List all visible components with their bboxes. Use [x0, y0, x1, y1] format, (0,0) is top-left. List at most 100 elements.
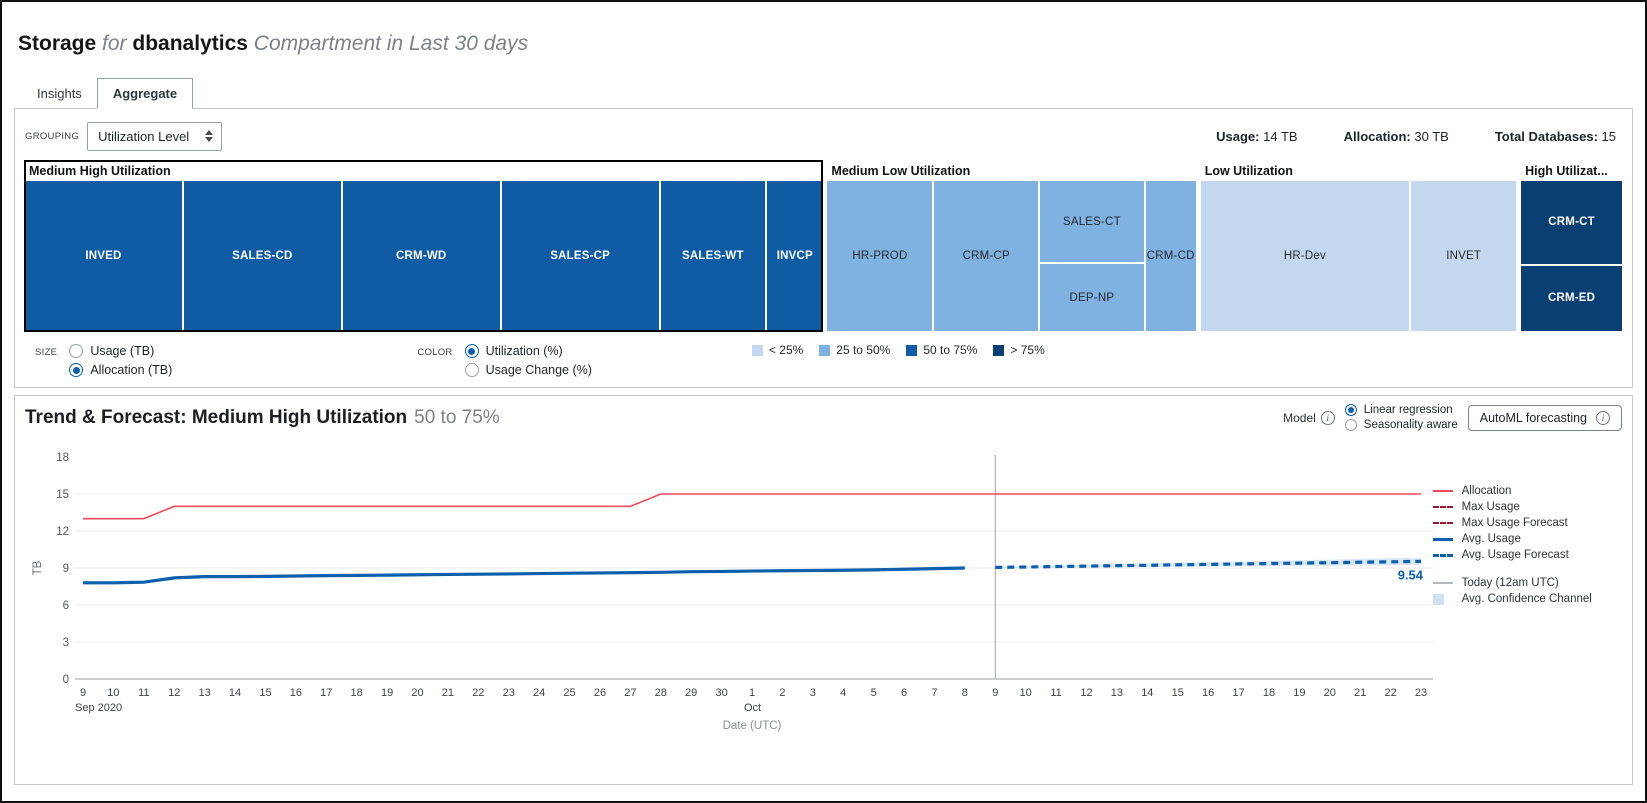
- x-tick-label: 27: [624, 687, 636, 699]
- treemap-cell[interactable]: INVED: [25, 181, 182, 331]
- size-option-allocation[interactable]: Allocation (TB): [69, 363, 172, 377]
- x-tick-label: 5: [871, 687, 877, 699]
- x-tick-label: 19: [1293, 687, 1305, 699]
- title-storage: Storage: [18, 32, 97, 55]
- treemap-section-title[interactable]: Medium High Utilization: [25, 161, 822, 181]
- y-tick-label: 6: [63, 600, 69, 612]
- x-tick-label: 18: [1263, 687, 1275, 699]
- chart-legend-sample-icon: [1432, 553, 1453, 557]
- tab-insights[interactable]: Insights: [22, 79, 97, 108]
- chart-legend: Allocation Max Usage Max Usage Forecast Avg…: [1432, 433, 1622, 738]
- trend-subtitle: 50 to 75%: [414, 406, 500, 428]
- chart-legend-sample-icon: [1432, 506, 1453, 508]
- x-tick-label: 14: [1141, 687, 1153, 699]
- x-tick-label: 17: [320, 687, 332, 699]
- treemap-cell[interactable]: CRM-CT: [1521, 181, 1622, 264]
- grouping-label: GROUPING: [25, 130, 80, 142]
- model-options: Linear regression Seasonality aware: [1344, 404, 1458, 431]
- x-tick-label: 23: [503, 687, 515, 699]
- x-tick-label: 13: [1111, 687, 1123, 699]
- chart-legend-sample-icon: [1432, 537, 1453, 541]
- x-tick-label: 3: [810, 687, 816, 699]
- treemap-cell[interactable]: SALES-CD: [183, 181, 341, 331]
- select-caret-icon: [205, 130, 214, 142]
- treemap-cell[interactable]: HR-PROD: [827, 181, 933, 331]
- chart-legend-item[interactable]: Allocation: [1432, 485, 1622, 497]
- treemap-cell[interactable]: SALES-CT: [1040, 181, 1144, 263]
- x-tick-label: 4: [840, 687, 846, 699]
- treemap-section: High Utilizat... CRM-CT CRM-ED: [1521, 161, 1622, 331]
- model-info-icon[interactable]: i: [1320, 410, 1335, 425]
- x-tick-label: 22: [472, 687, 484, 699]
- treemap-cell[interactable]: SALES-CP: [501, 181, 659, 331]
- treemap-cell[interactable]: HR-Dev: [1200, 181, 1410, 331]
- model-option-seasonality-aware[interactable]: Seasonality aware: [1344, 419, 1458, 431]
- y-tick-label: 3: [63, 637, 69, 649]
- x-tick-label: 1: [749, 687, 755, 699]
- treemap-cell[interactable]: INVCP: [767, 181, 823, 331]
- x-tick-label: 22: [1384, 687, 1396, 699]
- size-option-usage[interactable]: Usage (TB): [69, 344, 172, 358]
- title-for: for: [102, 32, 127, 55]
- treemap-cell[interactable]: INVET: [1411, 181, 1517, 331]
- treemap-section: Low Utilization HR-Dev INVET: [1200, 161, 1517, 331]
- chart-legend-item[interactable]: Avg. Confidence Channel: [1432, 593, 1622, 605]
- radio-icon: [69, 363, 84, 377]
- x-tick-label: 26: [594, 687, 606, 699]
- treemap-section-title[interactable]: High Utilizat...: [1521, 161, 1622, 181]
- chart-legend-item[interactable]: Avg. Usage: [1432, 533, 1622, 545]
- x-tick-label: 16: [1202, 687, 1214, 699]
- grouping-select[interactable]: Utilization Level: [87, 121, 223, 151]
- y-tick-label: 15: [56, 489, 69, 501]
- color-option-usage-change[interactable]: Usage Change (%): [464, 363, 592, 377]
- tab-aggregate[interactable]: Aggregate: [96, 78, 194, 109]
- radio-icon: [464, 344, 479, 358]
- x-tick-label: 12: [168, 687, 180, 699]
- x-tick-label: 6: [901, 687, 907, 699]
- legend-swatch-icon: [993, 344, 1005, 356]
- treemap-section-title[interactable]: Medium Low Utilization: [827, 161, 1195, 181]
- title-suffix: Compartment in Last 30 days: [253, 32, 529, 55]
- treemap-cell[interactable]: CRM-WD: [342, 181, 500, 331]
- legend-swatch-icon: [751, 344, 763, 356]
- x-tick-label: 25: [563, 687, 575, 699]
- treemap-section-title[interactable]: Low Utilization: [1201, 161, 1516, 181]
- x-tick-label: 15: [1172, 687, 1184, 699]
- x-tick-label: 20: [1324, 687, 1336, 699]
- page-title: Storage for dbanalytics Compartment in L…: [18, 32, 1629, 56]
- model-option-linear-regression[interactable]: Linear regression: [1344, 404, 1458, 416]
- chart-legend-item[interactable]: Max Usage Forecast: [1432, 517, 1622, 529]
- trend-header: Trend & Forecast: Medium High Utilizatio…: [25, 404, 1622, 431]
- x-tick-label: 16: [290, 687, 302, 699]
- chart-legend-sample-icon: [1432, 522, 1453, 524]
- x-tick-label: 2: [779, 687, 785, 699]
- treemap-cell[interactable]: SALES-WT: [660, 181, 766, 331]
- chart-legend-item[interactable]: Avg. Usage Forecast: [1432, 549, 1622, 561]
- x-tick-label: 7: [931, 687, 937, 699]
- month-label: Sep 2020: [75, 702, 122, 714]
- treemap-cell[interactable]: CRM-ED: [1521, 265, 1622, 331]
- treemap-cell[interactable]: CRM-CD: [1145, 181, 1196, 331]
- x-tick-label: 28: [655, 687, 667, 699]
- x-tick-label: 30: [715, 687, 727, 699]
- x-tick-label: 20: [411, 687, 423, 699]
- x-tick-label: 23: [1415, 687, 1427, 699]
- x-tick-label: 10: [1020, 687, 1032, 699]
- automl-forecasting-button[interactable]: AutoML forecasting i: [1467, 404, 1622, 431]
- treemap-cell[interactable]: CRM-CP: [934, 181, 1039, 331]
- legend-swatch-icon: [906, 344, 918, 356]
- treemap-cell[interactable]: DEP-NP: [1040, 264, 1144, 331]
- x-tick-label: 13: [199, 687, 211, 699]
- radio-icon: [69, 344, 84, 358]
- chart-legend-item[interactable]: Max Usage: [1432, 501, 1622, 513]
- forecast-value-label: 9.54: [1398, 567, 1424, 582]
- automl-info-icon: i: [1596, 410, 1610, 425]
- trend-forecast-panel: Trend & Forecast: Medium High Utilizatio…: [14, 395, 1633, 785]
- color-option-utilization[interactable]: Utilization (%): [464, 344, 592, 358]
- x-tick-label: 8: [962, 687, 968, 699]
- chart-legend-sample-icon: [1432, 490, 1453, 492]
- treemap-section: Medium High Utilization INVED SALES-CD CRM-…: [23, 160, 824, 332]
- x-tick-label: 19: [381, 687, 393, 699]
- chart-legend-item[interactable]: Today (12am UTC): [1432, 577, 1622, 589]
- y-tick-label: 9: [63, 563, 69, 575]
